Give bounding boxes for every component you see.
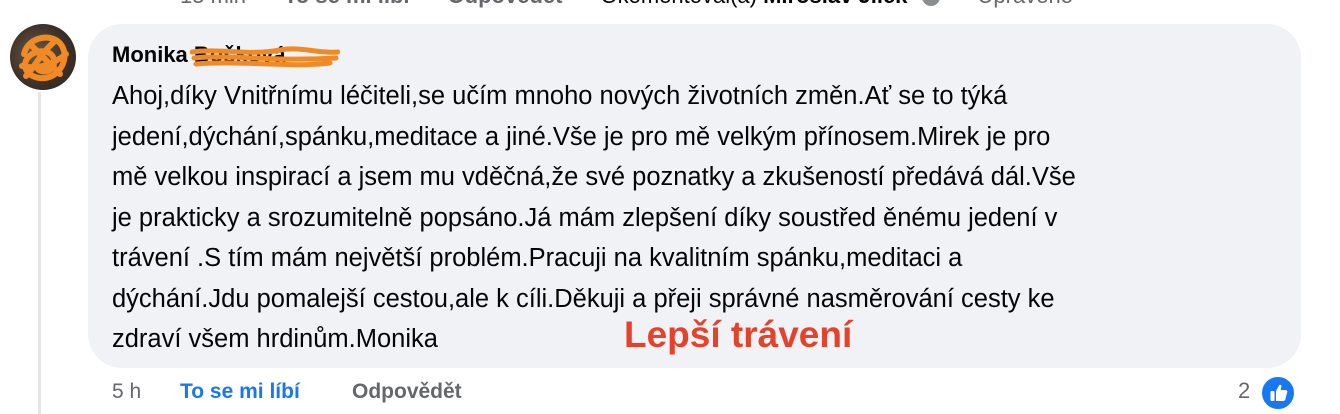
comment-line: trávení .S tím mám největší problém.Prac… [112,244,963,272]
comment-thread: 15 min To se mi líbí Odpovědět Okomentov… [0,0,1340,414]
avatar[interactable] [10,24,76,90]
comment-line: je prakticky a srozumitelně popsáno.Já m… [112,203,1058,232]
commenter-name[interactable]: Miroslav Jílek [763,0,907,8]
comment-line: dýchání.Jdu pomalejší cestou,ale k cíli.… [112,284,1055,313]
thumbs-up-icon[interactable] [1260,375,1296,411]
comment-line: jedení,dýchání,spánku,meditace a jiné.Vš… [112,122,1051,151]
like-button[interactable]: To se mi líbí [180,380,352,404]
info-icon [921,0,940,7]
previous-like-button[interactable]: To se mi líbí [284,0,410,9]
thread-line [38,92,41,414]
redaction-scribble-icon [189,46,340,68]
comment-line: Ahoj,díky Vnitřnímu léčiteli,se učím mno… [112,82,1008,110]
highlight-annotation: Lepší trávení [624,314,853,355]
author-first-name: Monika [112,42,188,67]
previous-comment-time: 15 min [180,0,246,9]
reaction-count[interactable]: 2 [1238,378,1250,404]
thumbs-up-glyph [1270,384,1288,401]
previous-commented-by: Okomentoval(a) Miroslav Jílek [600,0,940,9]
comment-author[interactable]: Monika Bošková [112,42,340,68]
comment-line: mě velkou inspirací a jsem mu vděčná,že … [112,163,1076,191]
previous-reply-button[interactable]: Odpovědět [448,0,563,9]
previous-comment-actions: 15 min To se mi líbí Odpovědět Okomentov… [180,0,1073,8]
avatar-scribble-icon [19,34,69,82]
comment-actions: 5 h To se mi líbí Odpovědět [112,378,462,406]
edited-status: Upraveno [978,0,1073,9]
commented-by-label: Okomentoval(a) [600,0,757,8]
comment-timestamp[interactable]: 5 h [112,380,180,404]
author-last-name-redacted: Bošková [189,42,340,68]
reply-button[interactable]: Odpovědět [352,380,462,404]
